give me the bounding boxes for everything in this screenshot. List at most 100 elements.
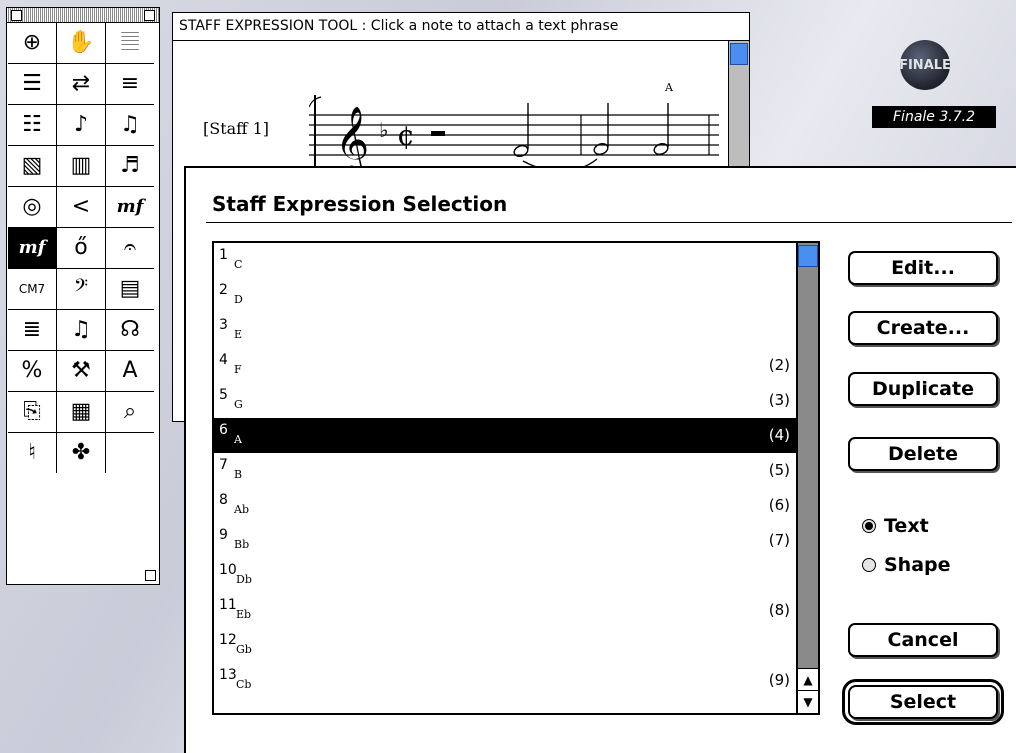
- tool-grid: ⊕ ✋ 𝄚 ☰ ⇄ ≡ ☷ ♪ ♫ ▧ ▥ ♬ ◎ < mf mf ő 𝄐 CM7 𝄢 ▤ ≣ ♫ ☊% ⚒ A ⎘ ▦ ⌕ ♮ ✤: [8, 23, 154, 473]
- item-number: 4: [219, 352, 228, 368]
- item-name: Ab: [234, 503, 249, 516]
- list-scroll-thumb[interactable]: [798, 245, 818, 267]
- keyboard-icon[interactable]: ▥: [57, 146, 105, 186]
- hyperscribe-icon[interactable]: ✤: [57, 433, 105, 473]
- list-item[interactable]: 12 Gb: [214, 628, 796, 663]
- clef-icon[interactable]: 𝄢: [57, 269, 105, 309]
- text-radio[interactable]: Text: [862, 515, 929, 537]
- chord-icon[interactable]: ♬: [106, 146, 154, 186]
- item-number: 2: [219, 282, 228, 298]
- page-icon[interactable]: ⎘: [8, 392, 56, 432]
- item-name: D: [234, 293, 243, 306]
- item-usage-count: (9): [768, 671, 790, 689]
- expression-marker: A: [664, 81, 674, 94]
- lyrics-icon[interactable]: ☊: [106, 310, 154, 350]
- list-item[interactable]: 11 Eb (8): [214, 593, 796, 628]
- item-usage-count: (2): [768, 356, 790, 374]
- list-item[interactable]: 5 G (3): [214, 383, 796, 418]
- palette-grow-box[interactable]: [145, 570, 156, 581]
- time-signature-icon[interactable]: ≣: [8, 310, 56, 350]
- item-name: Db: [236, 573, 252, 586]
- empty-tool-slot: [106, 433, 154, 473]
- radio-selected-icon: [862, 519, 876, 533]
- document-scroll-thumb[interactable]: [730, 43, 748, 65]
- svg-text:¢: ¢: [397, 119, 415, 152]
- list-item[interactable]: 6 A (4): [214, 418, 796, 453]
- text-icon[interactable]: A: [106, 351, 154, 391]
- smart-shape-icon[interactable]: 𝄐: [106, 228, 154, 268]
- select-button[interactable]: Select: [842, 679, 1004, 725]
- list-item[interactable]: 4 F (2): [214, 348, 796, 383]
- item-name: E: [234, 328, 243, 341]
- item-usage-count: (8): [768, 601, 790, 619]
- list-item[interactable]: 2D: [214, 278, 796, 313]
- midi-icon[interactable]: ◎: [8, 187, 56, 227]
- item-number: 10: [219, 562, 237, 578]
- item-name: C: [234, 258, 243, 271]
- item-number: 7: [219, 457, 228, 473]
- item-number: 1: [219, 247, 228, 263]
- mass-edit-icon[interactable]: ≡: [106, 64, 154, 104]
- list-vertical-scrollbar[interactable]: ▲ ▼: [796, 243, 818, 713]
- expression-list[interactable]: 1 C 2 D 3 E 4 F (2) 5 G (3) 6 A (4) 7 B (5) 8 Ab (6) 9 Bb (7) 10…: [212, 241, 820, 715]
- chord-symbol-icon[interactable]: CM7: [8, 269, 56, 309]
- key-signature-icon[interactable]: ▧: [8, 146, 56, 186]
- hand-icon[interactable]: ✋: [57, 23, 105, 63]
- repeat-icon[interactable]: ▤: [106, 269, 154, 309]
- list-item[interactable]: 13 Cb (9): [214, 663, 796, 698]
- item-number: 11: [219, 597, 237, 613]
- item-name: Cb: [236, 678, 252, 691]
- svg-text:♭: ♭: [379, 118, 388, 142]
- delete-button[interactable]: Delete: [848, 437, 998, 471]
- articulation-icon[interactable]: ő: [57, 228, 105, 268]
- item-usage-count: (3): [768, 391, 790, 409]
- duplicate-button[interactable]: Duplicate: [848, 372, 998, 406]
- page-layout-icon[interactable]: ☷: [8, 105, 56, 145]
- staff-expression-dialog: Staff Expression Selection 1 C 2 D 3 E 4 F (2) 5 G…: [184, 166, 1016, 753]
- edit-button[interactable]: Edit...: [848, 251, 998, 285]
- resize-icon[interactable]: ⇄: [57, 64, 105, 104]
- special-tools-icon[interactable]: ♫: [57, 310, 105, 350]
- scroll-down-arrow-icon[interactable]: ▼: [798, 690, 818, 713]
- list-item[interactable]: 9 Bb (7): [214, 523, 796, 558]
- item-number: 8: [219, 492, 228, 508]
- staff-expression-icon[interactable]: mf: [8, 228, 56, 268]
- hairpin-icon[interactable]: <: [57, 187, 105, 227]
- item-number: 6: [219, 422, 228, 438]
- list-item[interactable]: 1C: [214, 243, 796, 278]
- selection-icon[interactable]: ⌕: [106, 392, 154, 432]
- list-item[interactable]: 8 Ab (6): [214, 488, 796, 523]
- finale-version-label: Finale 3.7.2: [872, 106, 996, 128]
- tool-palette: ⊕ ✋ 𝄚 ☰ ⇄ ≡ ☷ ♪ ♫ ▧ ▥ ♬ ◎ < mf mf ő 𝄐 CM7 𝄢 ▤ ≣ ♫ ☊% ⚒ A ⎘ ▦ ⌕ ♮ ✤: [6, 7, 160, 585]
- item-usage-count: (6): [768, 496, 790, 514]
- item-name: B: [234, 468, 243, 481]
- item-name: G: [234, 398, 243, 411]
- item-usage-count: (5): [768, 461, 790, 479]
- percent-icon[interactable]: %: [8, 351, 56, 391]
- palette-close-box[interactable]: [11, 10, 22, 21]
- item-number: 12: [219, 632, 237, 648]
- zoom-icon[interactable]: ⊕: [8, 23, 56, 63]
- cancel-button[interactable]: Cancel: [848, 623, 998, 657]
- staff-icon[interactable]: 𝄚: [106, 23, 154, 63]
- graphics-icon[interactable]: ▦: [57, 392, 105, 432]
- item-name: Gb: [236, 643, 252, 656]
- tuplet-icon[interactable]: ♫: [106, 105, 154, 145]
- measure-icon[interactable]: ☰: [8, 64, 56, 104]
- palette-titlebar[interactable]: [7, 8, 159, 23]
- tools-icon[interactable]: ⚒: [57, 351, 105, 391]
- item-name: A: [234, 433, 242, 446]
- note-icon[interactable]: ♪: [57, 105, 105, 145]
- list-item[interactable]: 3E: [214, 313, 796, 348]
- palette-zoom-box[interactable]: [144, 10, 155, 21]
- shape-radio-label: Shape: [884, 554, 951, 576]
- create-button[interactable]: Create...: [848, 311, 998, 345]
- expression-icon[interactable]: mf: [106, 187, 154, 227]
- list-item[interactable]: 10 Db: [214, 558, 796, 593]
- item-name: Bb: [234, 538, 250, 551]
- text-radio-label: Text: [884, 515, 929, 537]
- list-item[interactable]: 7 B (5): [214, 453, 796, 488]
- shape-radio[interactable]: Shape: [862, 554, 951, 576]
- scroll-up-arrow-icon[interactable]: ▲: [798, 668, 818, 691]
- speedy-entry-icon[interactable]: ♮: [8, 433, 56, 473]
